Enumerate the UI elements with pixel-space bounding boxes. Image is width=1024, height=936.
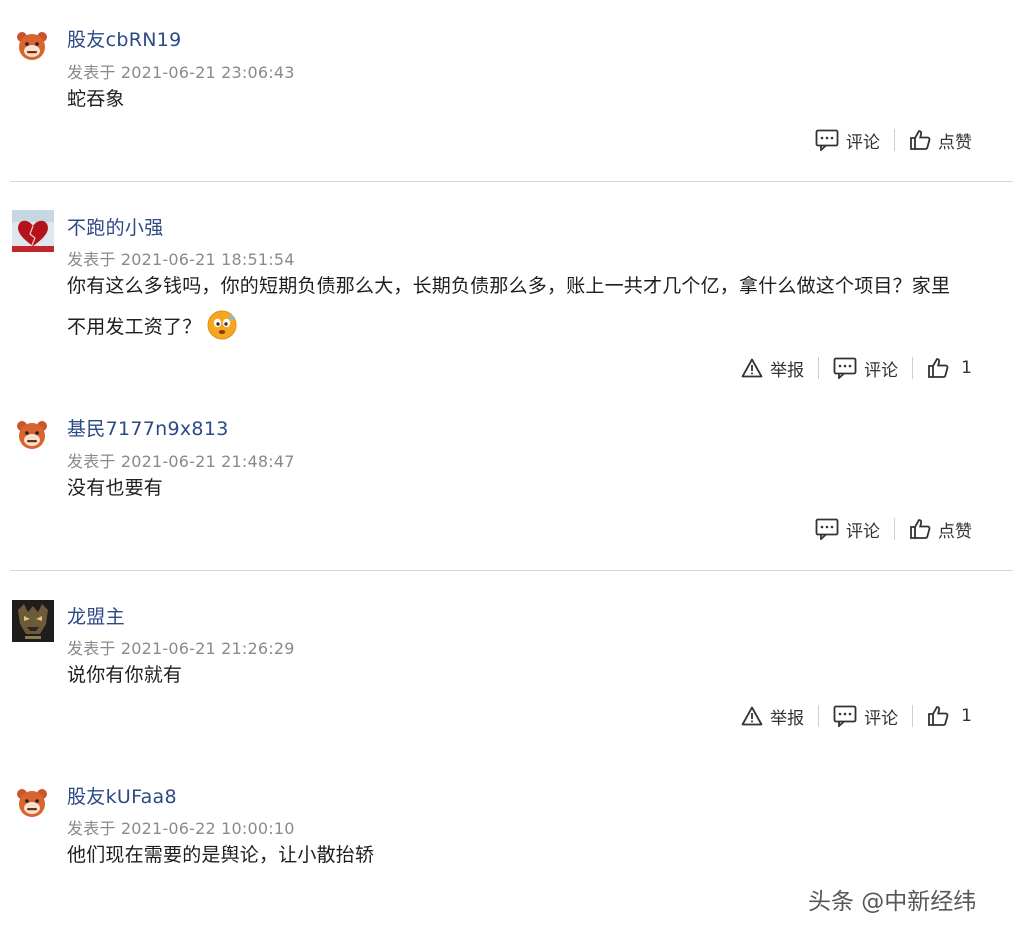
dragon-mask-avatar-icon[interactable] — [12, 600, 54, 642]
action-divider — [894, 518, 895, 540]
bull-avatar-icon[interactable] — [14, 28, 50, 64]
warning-icon — [741, 706, 763, 726]
like-button[interactable]: 点赞 — [909, 128, 972, 153]
comment-actions: 举报 评论 1 — [741, 702, 972, 730]
like-label: 点赞 — [938, 132, 972, 153]
action-divider — [818, 357, 820, 379]
report-label: 举报 — [770, 708, 805, 729]
comment-button[interactable]: 评论 — [833, 704, 898, 729]
comment-button[interactable]: 评论 — [815, 128, 880, 153]
comment-text: 你有这么多钱吗，你的短期负债那么大，长期负债那么多，账上一共才几个亿，拿什么做这… — [67, 266, 997, 348]
sweat-worried-emoji-icon — [207, 310, 237, 340]
action-divider — [894, 129, 895, 151]
like-button[interactable]: 点赞 — [909, 517, 972, 542]
comment-actions: 举报 评论 1 — [741, 354, 972, 382]
like-count: 1 — [961, 358, 972, 378]
comment-label: 评论 — [846, 132, 880, 153]
like-label: 点赞 — [938, 521, 972, 542]
comment-text: 他们现在需要的是舆论，让小散抬轿 — [67, 844, 375, 866]
like-button[interactable]: 1 — [927, 357, 972, 379]
comment-text-line: 你有这么多钱吗，你的短期负债那么大，长期负债那么多，账上一共才几个亿，拿什么做这… — [67, 275, 951, 297]
comment-text-line: 不用发工资了？ — [67, 307, 997, 348]
comment-button[interactable]: 评论 — [815, 517, 880, 542]
comment-divider — [10, 570, 1013, 571]
action-divider — [818, 705, 820, 727]
heart-avatar-icon[interactable] — [12, 210, 54, 252]
thumbs-up-icon — [928, 706, 949, 726]
username[interactable]: 基民7177n9x813 — [67, 414, 229, 441]
comment-divider — [10, 181, 1013, 182]
thumbs-up-icon — [910, 519, 931, 539]
report-label: 举报 — [770, 360, 805, 381]
warning-icon — [741, 358, 763, 378]
action-divider — [912, 705, 914, 727]
comment-icon — [815, 129, 839, 151]
thumbs-up-icon — [910, 130, 931, 150]
comment-label: 评论 — [846, 521, 880, 542]
report-button[interactable]: 举报 — [741, 704, 804, 729]
bull-avatar-icon[interactable] — [14, 785, 50, 821]
username[interactable]: 股友kUFaa8 — [67, 782, 177, 809]
username[interactable]: 股友cbRN19 — [67, 25, 182, 52]
comment-icon — [833, 357, 857, 379]
thumbs-up-icon — [928, 358, 949, 378]
like-button[interactable]: 1 — [927, 705, 972, 727]
comment-icon — [833, 705, 857, 727]
comment-button[interactable]: 评论 — [833, 356, 898, 381]
report-button[interactable]: 举报 — [741, 356, 804, 381]
action-divider — [912, 357, 914, 379]
comment-text: 说你有你就有 — [67, 664, 183, 686]
source-watermark: 头条 @中新经纬 — [808, 889, 977, 915]
comment-label: 评论 — [864, 360, 899, 381]
comment-icon — [815, 518, 839, 540]
comment-text-fragment: 不用发工资了？ — [67, 316, 202, 338]
bull-avatar-icon[interactable] — [14, 417, 50, 453]
comment-text: 蛇吞象 — [67, 88, 125, 110]
comment-text: 没有也要有 — [67, 477, 164, 499]
comment-label: 评论 — [864, 708, 899, 729]
like-count: 1 — [961, 706, 972, 726]
username[interactable]: 不跑的小强 — [67, 213, 164, 240]
comment-actions: 评论 点赞 — [815, 126, 972, 154]
comment-actions: 评论 点赞 — [815, 515, 972, 543]
username[interactable]: 龙盟主 — [67, 602, 125, 629]
